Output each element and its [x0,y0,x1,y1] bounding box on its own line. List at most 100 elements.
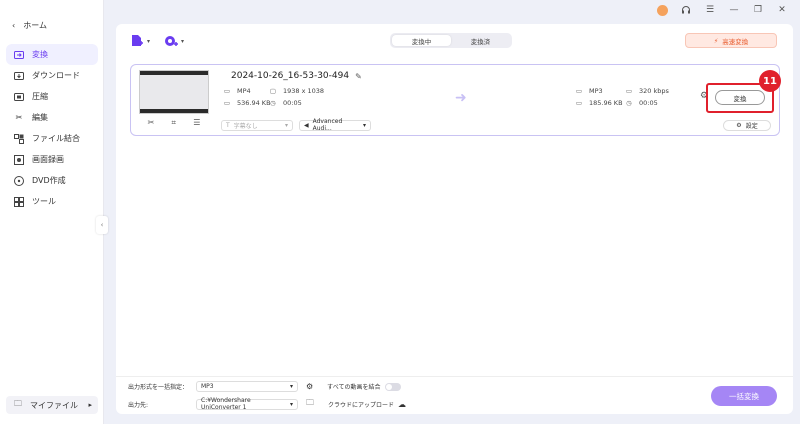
back-arrow-icon: ‹ [12,21,16,30]
close-icon[interactable]: ✕ [776,4,788,16]
output-path-label: 出力先: [128,401,149,409]
crop-icon[interactable]: ⌗ [172,118,177,128]
user-avatar-icon[interactable] [657,4,668,16]
add-file-icon [132,35,143,46]
chevron-down-icon: ▾ [289,400,293,408]
fast-convert-button[interactable]: ⚡ 高速変換 [685,33,777,48]
source-format: ▭ MP4 [223,87,251,95]
batch-convert-button[interactable]: 一括変換 [711,386,777,406]
target-format-value: MP3 [589,87,603,95]
sidebar-item-dvd[interactable]: DVD作成 [6,170,98,191]
home-link[interactable]: ‹ ホーム [12,20,47,31]
settings-label: 設定 [745,122,758,130]
tab-converting[interactable]: 変換中 [392,35,451,46]
download-icon [14,71,24,81]
folder-icon: ▭ [223,99,231,107]
chevron-left-icon: ‹ [100,221,104,229]
sidebar-item-merge[interactable]: ファイル結合 [6,128,98,149]
source-size-value: 536.94 KB [237,99,271,107]
sidebar-item-label: ファイル結合 [32,134,80,143]
sidebar-item-tools[interactable]: ツール [6,191,98,212]
record-icon [14,154,24,165]
sidebar-item-compress[interactable]: 圧縮 [6,86,98,107]
sidebar-item-label: DVD作成 [32,176,66,185]
add-toolbar: ▾ ▾ [130,34,184,48]
source-resolution-value: 1938 x 1038 [283,87,325,95]
sidebar-item-screen-record[interactable]: 画面録画 [6,149,98,170]
video-thumbnail[interactable] [139,70,209,114]
merge-label: すべての動画を結合 [327,384,381,391]
subtitle-select[interactable]: T 字幕なし ▾ [221,119,293,131]
audio-file-icon: ▭ [575,87,583,95]
output-path-select[interactable]: C:¥Wondershare UniConverter 1 ▾ [196,397,298,411]
trim-icon[interactable]: ✂ [148,118,155,128]
output-format-row: 出力形式を一括指定： MP3 ▾ ⚙ すべての動画を結合 [128,381,401,392]
add-circle-icon [165,36,179,46]
window-controls: ☰ — ❐ ✕ [657,4,788,16]
target-size: ▭ 185.96 KB [575,99,623,107]
step-number-badge: 11 [759,70,781,92]
subtitle-icon: T [226,121,230,129]
sidebar-item-convert[interactable]: 変換 [6,44,98,65]
dvd-icon [14,175,24,186]
settings-icon: ⚙ [736,121,742,129]
format-settings-icon[interactable]: ⚙ [306,382,313,391]
output-format-label: 出力形式を一括指定： [128,384,189,391]
clock-icon: ◷ [270,99,276,107]
output-path-row: 出力先: C:¥Wondershare UniConverter 1 ▾ 🗀 ク… [128,397,406,411]
convert-button[interactable]: 変換 [715,90,765,105]
source-resolution: ▢ 1938 x 1038 [269,87,324,95]
chevron-down-icon: ▾ [284,121,288,129]
output-path-value: C:¥Wondershare UniConverter 1 [201,397,251,411]
my-files-button[interactable]: 🗀 マイファイル ▸ [6,396,98,414]
add-more-button[interactable]: ▾ [164,34,184,48]
sidebar: ‹ ホーム 変換 ダウンロード 圧縮 ✂ 編集 ファイル結合 画面録画 DVD作… [0,0,104,424]
upload-label: クラウドにアップロード [328,401,395,409]
my-files-label: マイファイル [30,400,78,410]
home-label: ホーム [23,21,47,30]
audio-track-select[interactable]: ◀ Advanced Audi... ▾ [299,118,371,132]
sidebar-item-label: 画面録画 [32,155,64,164]
minimize-icon[interactable]: — [728,4,740,16]
headset-icon[interactable] [680,4,692,16]
tab-converted[interactable]: 変換済 [451,35,510,46]
sidebar-item-download[interactable]: ダウンロード [6,65,98,86]
menu-icon[interactable]: ☰ [704,4,716,16]
target-duration: ◷ 00:05 [625,99,658,107]
cloud-upload-icon[interactable]: ☁ [398,400,406,409]
add-file-button[interactable]: ▾ [130,34,150,48]
target-bitrate-value: 320 kbps [639,87,669,95]
target-bitrate: ▭ 320 kbps [625,87,669,95]
effects-icon[interactable]: ☰ [193,118,200,128]
merge-toggle[interactable] [384,382,401,391]
resolution-icon: ▢ [269,87,277,95]
tools-icon [14,196,24,207]
bottom-bar: 出力形式を一括指定： MP3 ▾ ⚙ すべての動画を結合 出力先: C:¥Won… [116,376,793,414]
convert-icon [14,50,24,60]
file-options-row: T 字幕なし ▾ ◀ Advanced Audi... ▾ ⚙ 設定 [221,118,771,132]
target-size-value: 185.96 KB [589,99,623,107]
sidebar-nav: 変換 ダウンロード 圧縮 ✂ 編集 ファイル結合 画面録画 DVD作成 ツール [6,44,98,212]
thumbnail-tools: ✂ ⌗ ☰ [139,118,209,128]
sidebar-item-label: 変換 [32,50,48,59]
convert-arrow-icon: ➜ [455,90,467,106]
chevron-right-icon: ▸ [88,401,92,409]
sidebar-item-edit[interactable]: ✂ 編集 [6,107,98,128]
fast-convert-label: 高速変換 [722,37,749,46]
sidebar-collapse-button[interactable]: ‹ [96,216,108,234]
folder-icon: ▭ [575,99,583,107]
bitrate-icon: ▭ [625,87,633,95]
open-folder-icon[interactable]: 🗀 [306,397,314,411]
restore-icon[interactable]: ❐ [752,4,764,16]
sidebar-item-label: 編集 [32,113,48,122]
chevron-down-icon: ▾ [289,383,293,390]
audio-track-value: Advanced Audi... [312,118,343,132]
file-item-card[interactable]: ✂ ⌗ ☰ 2024-10-26_16-53-30-494 ✎ ▭ MP4 ▢ … [130,64,781,136]
main-panel: ▾ ▾ 変換中 変換済 ⚡ 高速変換 ✂ ⌗ ☰ 2024-10-26_16-5… [116,24,793,414]
output-format-select[interactable]: MP3 ▾ [196,381,298,392]
source-size: ▭ 536.94 KB [223,99,271,107]
video-icon: ▭ [223,87,231,95]
settings-button[interactable]: ⚙ 設定 [723,119,771,131]
rename-icon[interactable]: ✎ [355,72,362,81]
file-name: 2024-10-26_16-53-30-494 [231,71,350,81]
